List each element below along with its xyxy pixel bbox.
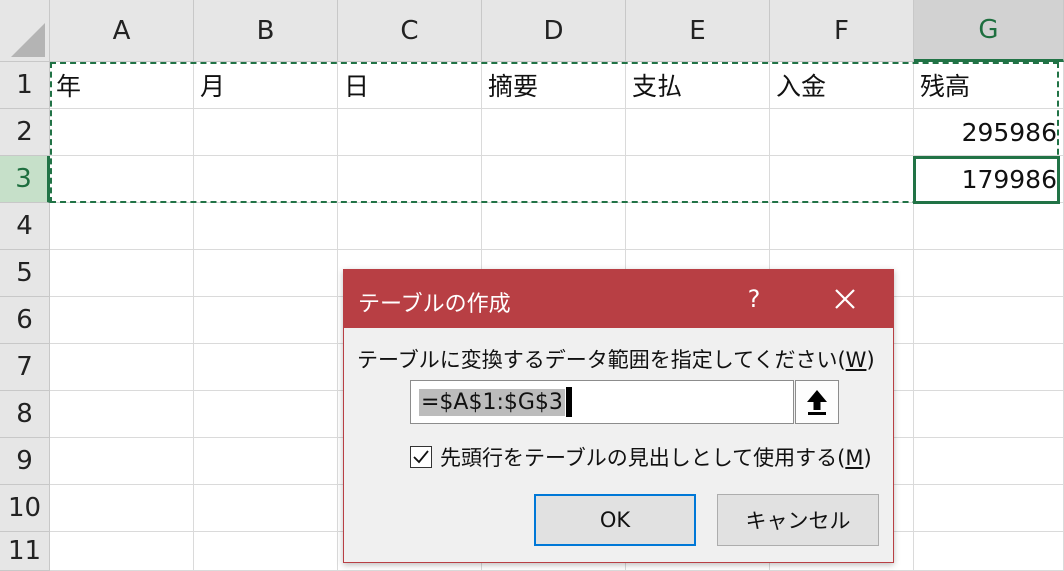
cell-g11[interactable]: [914, 532, 1064, 571]
cell-c4[interactable]: [338, 203, 482, 250]
dialog-title: テーブルの作成: [358, 292, 511, 317]
header-row-option: 先頭行をテーブルの見出しとして使用する(M): [410, 442, 872, 472]
column-header-e[interactable]: E: [626, 0, 770, 62]
cell-d2[interactable]: [482, 109, 626, 156]
cell-a7[interactable]: [50, 344, 194, 391]
cell-a9[interactable]: [50, 438, 194, 485]
range-prompt-end: ): [866, 348, 875, 372]
cell-f1[interactable]: 入金: [770, 62, 914, 109]
cell-a11[interactable]: [50, 532, 194, 571]
row-header-4[interactable]: 4: [0, 203, 50, 250]
select-all-triangle: [11, 23, 45, 57]
cell-a10[interactable]: [50, 485, 194, 532]
cell-b1[interactable]: 月: [194, 62, 338, 109]
cell-g3[interactable]: 179986: [914, 156, 1064, 203]
cell-g9[interactable]: [914, 438, 1064, 485]
row-header-8[interactable]: 8: [0, 391, 50, 438]
text-caret: [565, 387, 572, 417]
row-header-10[interactable]: 10: [0, 485, 50, 532]
cell-b7[interactable]: [194, 344, 338, 391]
cell-g1[interactable]: 残高: [914, 62, 1064, 109]
cell-e1[interactable]: 支払: [626, 62, 770, 109]
row-header-11[interactable]: 11: [0, 532, 50, 571]
column-header-f[interactable]: F: [770, 0, 914, 62]
cell-c2[interactable]: [338, 109, 482, 156]
create-table-dialog: テーブルの作成 ? テーブルに変換するデータ範囲を指定してください(W) =$A…: [343, 269, 894, 563]
range-prompt-text: テーブルに変換するデータ範囲を指定してください(: [357, 348, 846, 372]
range-value: =$A$1:$G$3: [419, 388, 565, 416]
header-row-checkbox-accelerator: M: [845, 446, 864, 470]
cancel-button[interactable]: キャンセル: [717, 494, 879, 546]
cell-b5[interactable]: [194, 250, 338, 297]
range-input[interactable]: =$A$1:$G$3: [410, 380, 794, 424]
cell-b2[interactable]: [194, 109, 338, 156]
cell-d1[interactable]: 摘要: [482, 62, 626, 109]
column-header-d[interactable]: D: [482, 0, 626, 62]
cell-b8[interactable]: [194, 391, 338, 438]
cell-d3[interactable]: [482, 156, 626, 203]
cell-a6[interactable]: [50, 297, 194, 344]
range-collapse-button[interactable]: [795, 380, 839, 424]
cell-b6[interactable]: [194, 297, 338, 344]
row-header-5[interactable]: 5: [0, 250, 50, 297]
cell-g5[interactable]: [914, 250, 1064, 297]
row-header-7[interactable]: 7: [0, 344, 50, 391]
column-header-a[interactable]: A: [50, 0, 194, 62]
row-header-3[interactable]: 3: [0, 156, 50, 203]
cell-g7[interactable]: [914, 344, 1064, 391]
cell-c3[interactable]: [338, 156, 482, 203]
row-header-1[interactable]: 1: [0, 62, 50, 109]
cell-g10[interactable]: [914, 485, 1064, 532]
cell-g8[interactable]: [914, 391, 1064, 438]
row-header-6[interactable]: 6: [0, 297, 50, 344]
range-prompt-label: テーブルに変換するデータ範囲を指定してください(W): [357, 344, 875, 374]
header-row-checkbox-end: ): [863, 446, 872, 470]
cell-e2[interactable]: [626, 109, 770, 156]
close-button[interactable]: [820, 278, 870, 320]
cell-e3[interactable]: [626, 156, 770, 203]
cell-g2[interactable]: 295986: [914, 109, 1064, 156]
arrow-up-icon: [807, 390, 827, 415]
cell-b3[interactable]: [194, 156, 338, 203]
header-row-checkbox[interactable]: [410, 446, 432, 468]
cell-b10[interactable]: [194, 485, 338, 532]
column-header-g[interactable]: G: [914, 0, 1064, 62]
header-row-checkbox-text: 先頭行をテーブルの見出しとして使用する(: [440, 446, 846, 470]
checkmark-icon: [413, 450, 429, 464]
row-header-2[interactable]: 2: [0, 109, 50, 156]
cell-e4[interactable]: [626, 203, 770, 250]
cell-d4[interactable]: [482, 203, 626, 250]
header-row-checkbox-label[interactable]: 先頭行をテーブルの見出しとして使用する(M): [440, 442, 872, 472]
column-header-b[interactable]: B: [194, 0, 338, 62]
cell-b9[interactable]: [194, 438, 338, 485]
cell-b4[interactable]: [194, 203, 338, 250]
cell-f2[interactable]: [770, 109, 914, 156]
range-prompt-accelerator: W: [845, 348, 867, 372]
cell-g4[interactable]: [914, 203, 1064, 250]
cell-b11[interactable]: [194, 532, 338, 571]
cell-a5[interactable]: [50, 250, 194, 297]
cell-a4[interactable]: [50, 203, 194, 250]
cell-a1[interactable]: 年: [50, 62, 194, 109]
row-header-9[interactable]: 9: [0, 438, 50, 485]
cell-g6[interactable]: [914, 297, 1064, 344]
cell-a2[interactable]: [50, 109, 194, 156]
cell-f4[interactable]: [770, 203, 914, 250]
cell-a3[interactable]: [50, 156, 194, 203]
select-all-corner[interactable]: [0, 0, 50, 62]
dialog-titlebar[interactable]: テーブルの作成 ?: [344, 270, 893, 328]
cell-c1[interactable]: 日: [338, 62, 482, 109]
help-button[interactable]: ?: [732, 278, 776, 320]
cell-a8[interactable]: [50, 391, 194, 438]
close-icon: [835, 289, 855, 309]
cell-f3[interactable]: [770, 156, 914, 203]
column-header-c[interactable]: C: [338, 0, 482, 62]
ok-button[interactable]: OK: [534, 494, 696, 546]
